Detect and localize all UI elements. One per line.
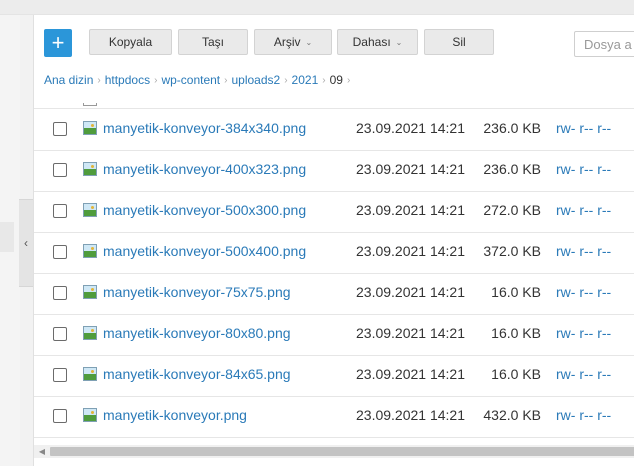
move-button-label: Taşı xyxy=(201,35,224,49)
row-checkbox[interactable] xyxy=(53,204,67,218)
delete-button[interactable]: Sil xyxy=(424,29,494,55)
copy-button[interactable]: Kopyala xyxy=(89,29,172,55)
left-sidebar-edge xyxy=(0,222,14,252)
file-size: 16.0 KB xyxy=(491,366,541,382)
top-bar xyxy=(0,0,634,15)
file-size: 16.0 KB xyxy=(491,284,541,300)
row-checkbox[interactable] xyxy=(53,245,67,259)
chevron-right-icon: › xyxy=(224,74,228,86)
row-checkbox[interactable] xyxy=(53,327,67,341)
row-checkbox[interactable] xyxy=(53,286,67,300)
file-size: 236.0 KB xyxy=(483,120,541,136)
file-name-link[interactable]: manyetik-konveyor-75x75.png xyxy=(103,284,291,300)
breadcrumb-current: 09 xyxy=(329,73,343,87)
file-size: 16.0 KB xyxy=(491,325,541,341)
breadcrumb: Ana dizin › httpdocs › wp-content › uplo… xyxy=(44,73,354,87)
table-row[interactable]: manyetik-konveyor.png 23.09.2021 14:21 432… xyxy=(34,396,634,438)
chevron-left-icon: ‹ xyxy=(24,236,28,250)
chevron-down-icon: ⌄ xyxy=(395,37,403,47)
table-row[interactable]: manyetik-konveyor-75x75.png 23.09.2021 14… xyxy=(34,273,634,315)
breadcrumb-uploads2[interactable]: uploads2 xyxy=(231,73,280,87)
file-permissions-link[interactable]: rw- r-- r-- xyxy=(556,325,611,341)
breadcrumb-2021[interactable]: 2021 xyxy=(292,73,319,87)
table-row[interactable]: manyetik-konveyor-500x300.png 23.09.2021 … xyxy=(34,191,634,233)
image-file-icon xyxy=(83,285,97,299)
search-input[interactable]: Dosya a xyxy=(574,31,634,57)
file-date: 23.09.2021 14:21 xyxy=(356,366,465,382)
file-name-link[interactable]: manyetik-konveyor-500x300.png xyxy=(103,202,306,218)
table-row[interactable]: manyetik-konveyor-400x323.png 23.09.2021 … xyxy=(34,150,634,192)
scroll-left-icon[interactable]: ◀ xyxy=(36,445,48,458)
image-file-icon xyxy=(83,408,97,422)
file-date: 23.09.2021 14:21 xyxy=(356,407,465,423)
table-row[interactable]: manyetik-konveyor-84x65.png 23.09.2021 14… xyxy=(34,355,634,397)
file-size: 432.0 KB xyxy=(483,407,541,423)
file-name-link[interactable]: manyetik-konveyor-500x400.png xyxy=(103,243,306,259)
horizontal-scrollbar[interactable]: ◀ xyxy=(34,445,634,458)
file-permissions-link[interactable]: rw- r-- r-- xyxy=(556,161,611,177)
chevron-right-icon: › xyxy=(284,74,288,86)
file-name-link[interactable]: manyetik-konveyor-80x80.png xyxy=(103,325,291,341)
chevron-right-icon: › xyxy=(154,74,158,86)
image-file-icon xyxy=(83,244,97,258)
table-row[interactable]: manyetik-konveyor-384x340.png 23.09.2021 … xyxy=(34,109,634,151)
file-permissions-link[interactable]: rw- r-- r-- xyxy=(556,407,611,423)
chevron-right-icon: › xyxy=(346,74,351,86)
file-permissions-link[interactable]: rw- r-- r-- xyxy=(556,202,611,218)
chevron-right-icon: › xyxy=(97,74,101,86)
scrollbar-thumb[interactable] xyxy=(50,447,634,456)
plus-icon: + xyxy=(51,30,65,55)
file-name-link[interactable]: manyetik-konveyor-384x340.png xyxy=(103,120,306,136)
more-button-label: Dahası xyxy=(352,35,391,49)
file-name-link[interactable]: manyetik-konveyor-84x65.png xyxy=(103,366,291,382)
file-permissions-link[interactable]: rw- r-- r-- xyxy=(556,120,611,136)
file-permissions-link[interactable]: rw- r-- r-- xyxy=(556,284,611,300)
file-permissions-link[interactable]: rw- r-- r-- xyxy=(556,366,611,382)
row-checkbox[interactable] xyxy=(53,122,67,136)
chevron-down-icon: ⌄ xyxy=(305,37,313,47)
breadcrumb-httpdocs[interactable]: httpdocs xyxy=(105,73,150,87)
file-date: 23.09.2021 14:21 xyxy=(356,202,465,218)
file-permissions-link[interactable]: rw- r-- r-- xyxy=(556,243,611,259)
file-list: manyetik-konveyor-384x340.png 23.09.2021 … xyxy=(34,103,634,443)
row-checkbox[interactable] xyxy=(53,163,67,177)
image-file-icon xyxy=(83,203,97,217)
file-date: 23.09.2021 14:21 xyxy=(356,161,465,177)
file-name-link[interactable]: manyetik-konveyor.png xyxy=(103,407,247,423)
file-date: 23.09.2021 14:21 xyxy=(356,284,465,300)
file-date: 23.09.2021 14:21 xyxy=(356,325,465,341)
file-size: 372.0 KB xyxy=(483,243,541,259)
delete-button-label: Sil xyxy=(452,35,466,49)
breadcrumb-wp-content[interactable]: wp-content xyxy=(161,73,220,87)
image-file-icon xyxy=(83,367,97,381)
table-row[interactable]: manyetik-konveyor-80x80.png 23.09.2021 14… xyxy=(34,314,634,356)
breadcrumb-home[interactable]: Ana dizin xyxy=(44,73,93,87)
copy-button-label: Kopyala xyxy=(108,35,153,49)
file-manager-panel: + Kopyala Taşı Arşiv ⌄ Dahası ⌄ Sil Dosy… xyxy=(33,15,634,466)
checkbox-partial xyxy=(83,103,97,106)
row-checkbox[interactable] xyxy=(53,368,67,382)
image-file-icon xyxy=(83,121,97,135)
image-file-icon xyxy=(83,162,97,176)
move-button[interactable]: Taşı xyxy=(178,29,248,55)
image-file-icon xyxy=(83,326,97,340)
archive-button[interactable]: Arşiv ⌄ xyxy=(254,29,332,55)
archive-button-label: Arşiv xyxy=(273,35,301,49)
file-date: 23.09.2021 14:21 xyxy=(356,120,465,136)
add-button[interactable]: + xyxy=(44,29,72,57)
table-row[interactable]: manyetik-konveyor-500x400.png 23.09.2021 … xyxy=(34,232,634,274)
sidebar-collapse-handle[interactable]: ‹ xyxy=(19,199,34,287)
row-checkbox[interactable] xyxy=(53,409,67,423)
file-size: 272.0 KB xyxy=(483,202,541,218)
file-name-link[interactable]: manyetik-konveyor-400x323.png xyxy=(103,161,306,177)
file-size: 236.0 KB xyxy=(483,161,541,177)
file-date: 23.09.2021 14:21 xyxy=(356,243,465,259)
chevron-right-icon: › xyxy=(322,74,326,86)
search-placeholder: Dosya a xyxy=(584,36,632,52)
more-button[interactable]: Dahası ⌄ xyxy=(337,29,418,55)
